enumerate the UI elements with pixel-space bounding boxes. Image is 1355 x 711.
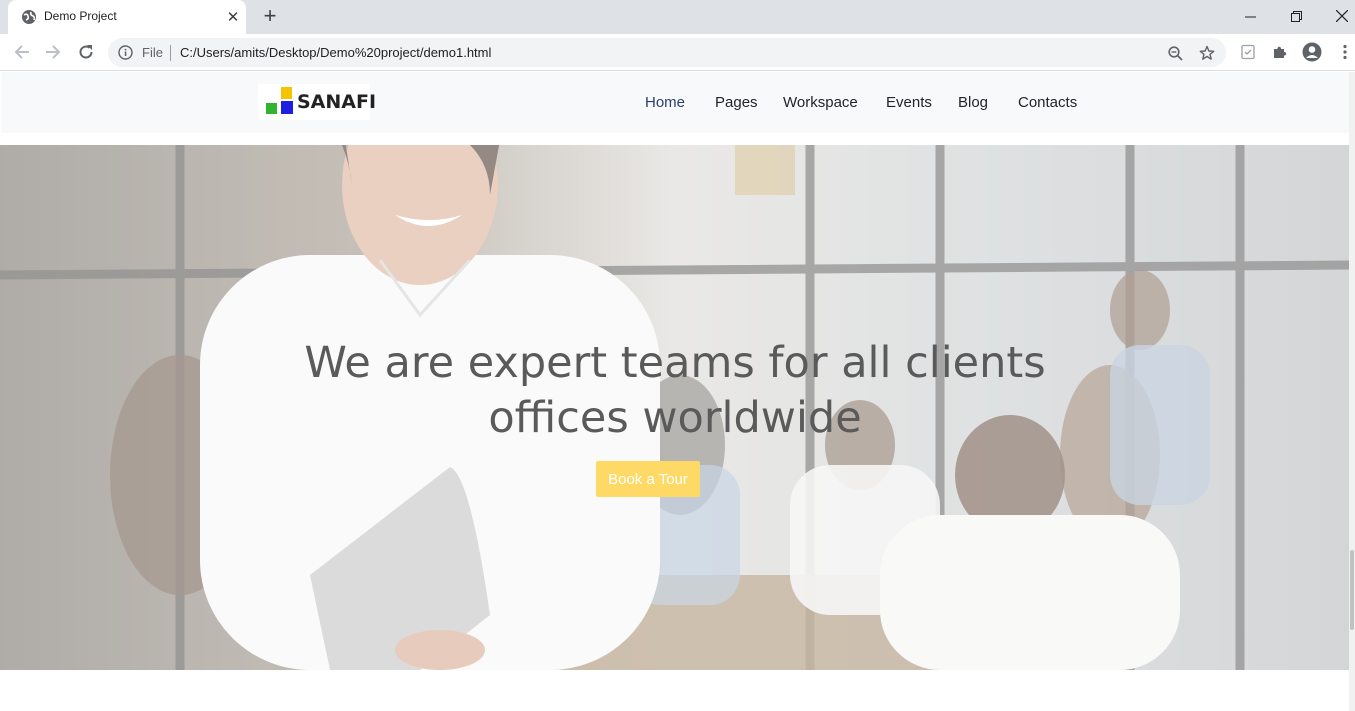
info-icon[interactable] [118, 45, 133, 60]
globe-icon [21, 9, 37, 25]
page-scrollbar[interactable] [1349, 72, 1355, 711]
logo-square-yellow [281, 87, 292, 99]
restore-button[interactable] [1273, 0, 1319, 32]
plus-icon[interactable]: + [259, 5, 281, 27]
reload-icon[interactable] [73, 39, 99, 65]
hero-title: We are expert teams for all clients offi… [255, 336, 1095, 446]
reader-extension-icon[interactable] [1238, 42, 1258, 62]
hero-banner: We are expert teams for all clients offi… [0, 145, 1349, 670]
more-vertical-icon[interactable] [1335, 42, 1355, 62]
book-tour-button[interactable]: Book a Tour [596, 461, 700, 497]
omnibox-divider [170, 45, 171, 61]
nav-item-contacts[interactable]: Contacts [1018, 94, 1077, 111]
logo-square-blue [281, 101, 293, 114]
hero-title-line-2: offices worldwide [488, 393, 862, 443]
zoom-out-icon[interactable] [1166, 44, 1184, 62]
hero-title-line-1: We are expert teams for all clients [304, 338, 1046, 388]
browser-tabstrip: Demo Project ✕ + [0, 0, 1355, 34]
browser-toolbar: File C:/Users/amits/Desktop/Demo%20proje… [0, 34, 1355, 71]
nav-item-pages[interactable]: Pages [715, 94, 758, 111]
tab-title: Demo Project [44, 9, 117, 23]
close-icon[interactable]: ✕ [224, 8, 242, 26]
url-text[interactable]: C:/Users/amits/Desktop/Demo%20project/de… [180, 45, 491, 60]
account-icon[interactable] [1302, 42, 1322, 62]
page-viewport: SANAFI Home Pages Workspace Events Blog … [0, 72, 1349, 711]
window-close-button[interactable] [1319, 0, 1355, 32]
browser-tab[interactable]: Demo Project ✕ [8, 0, 246, 34]
puzzle-icon[interactable] [1270, 42, 1290, 62]
address-bar[interactable]: File C:/Users/amits/Desktop/Demo%20proje… [108, 38, 1226, 67]
minimize-button[interactable] [1227, 0, 1273, 32]
arrow-left-icon[interactable] [9, 39, 35, 65]
logo-text: SANAFI [297, 91, 377, 113]
nav-item-blog[interactable]: Blog [958, 94, 988, 111]
scheme-label: File [142, 45, 163, 60]
site-logo[interactable]: SANAFI [258, 84, 376, 120]
star-icon[interactable] [1198, 44, 1216, 62]
logo-square-green [266, 103, 277, 114]
scrollbar-thumb[interactable] [1350, 550, 1354, 630]
nav-item-home[interactable]: Home [645, 94, 685, 111]
nav-item-workspace[interactable]: Workspace [783, 94, 858, 111]
arrow-right-icon[interactable] [40, 39, 66, 65]
nav-item-events[interactable]: Events [886, 94, 932, 111]
site-header: SANAFI Home Pages Workspace Events Blog … [2, 72, 1349, 131]
